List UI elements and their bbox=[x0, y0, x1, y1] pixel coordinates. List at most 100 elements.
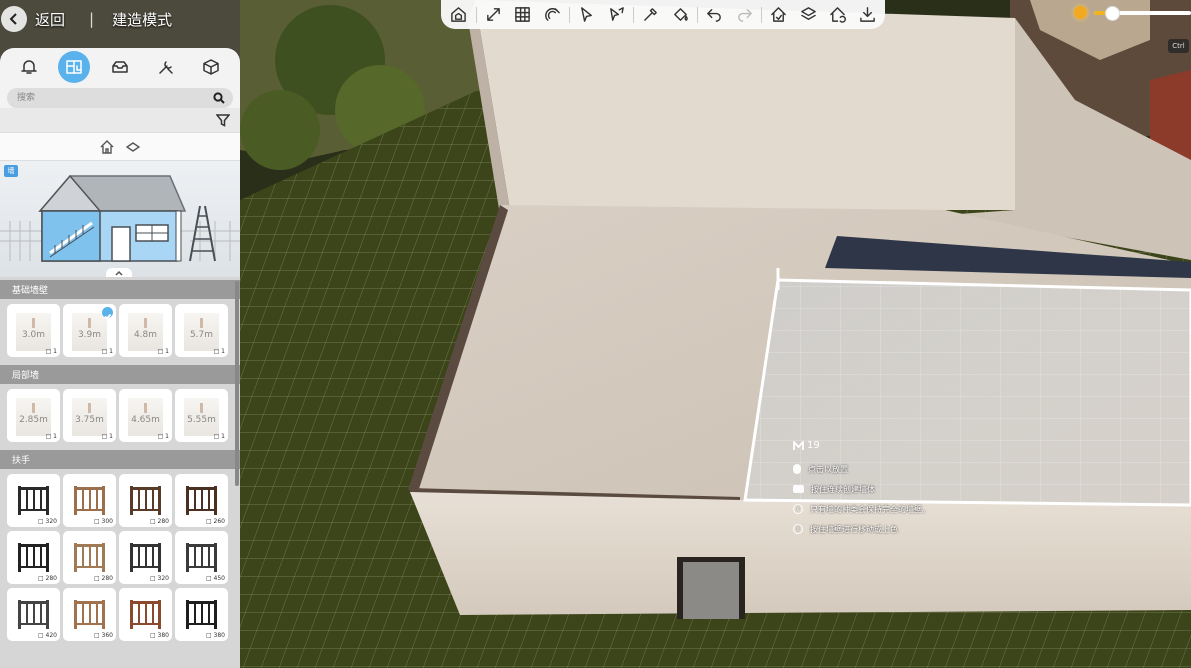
selected-check-icon bbox=[102, 307, 113, 320]
house-cycle-icon[interactable] bbox=[826, 3, 850, 27]
railing-thumbnail bbox=[74, 543, 105, 572]
layers-outline-icon[interactable] bbox=[126, 140, 140, 154]
item-grid: 3.0m □ 1 3.9m □ 1 4.8m □ 1 5.7m □ 1 bbox=[0, 299, 240, 362]
grid-icon[interactable] bbox=[511, 3, 535, 27]
package-icon bbox=[203, 58, 219, 75]
railing-item[interactable]: □ 450 bbox=[175, 531, 228, 584]
chevron-up-icon bbox=[115, 270, 123, 276]
house-outline-icon[interactable] bbox=[100, 139, 114, 154]
railing-item[interactable]: □ 420 bbox=[7, 588, 60, 641]
item-count-value: 1 bbox=[221, 348, 225, 355]
wall-item[interactable]: 2.85m □ 1 bbox=[7, 389, 60, 442]
download-icon[interactable] bbox=[855, 3, 879, 27]
back-button[interactable] bbox=[1, 6, 27, 32]
item-count-value: 280 bbox=[157, 518, 169, 525]
tab-walls[interactable] bbox=[58, 50, 91, 83]
tab-package[interactable] bbox=[195, 51, 227, 83]
search-icon[interactable] bbox=[213, 92, 225, 104]
pointer-paint-icon[interactable] bbox=[604, 3, 628, 27]
item-count-value: 280 bbox=[45, 575, 57, 582]
item-count: □ 280 bbox=[149, 518, 169, 525]
item-count: □ 380 bbox=[205, 632, 225, 639]
catalog-scrollbar[interactable] bbox=[235, 277, 239, 668]
railing-item[interactable]: □ 280 bbox=[63, 531, 116, 584]
filter-icon[interactable] bbox=[216, 113, 230, 127]
hint-text: 按住连续创建墙体 bbox=[811, 484, 875, 494]
house-cube-icon[interactable] bbox=[447, 3, 471, 27]
time-of-day-slider[interactable] bbox=[1094, 6, 1191, 21]
search-input[interactable] bbox=[15, 92, 213, 104]
wall-height-label: 5.7m bbox=[189, 330, 214, 340]
preview-collapse-toggle[interactable] bbox=[106, 268, 132, 277]
item-count: □ 1 bbox=[157, 433, 169, 440]
redo-icon[interactable] bbox=[732, 3, 756, 27]
item-count-value: 1 bbox=[109, 433, 113, 440]
wall-item[interactable]: 5.55m □ 1 bbox=[175, 389, 228, 442]
wall-height-label: 4.65m bbox=[131, 415, 160, 425]
category-tabs bbox=[0, 48, 240, 85]
build-catalog-panel: 墙 基础墙壁3.0m□ 13.9m□ 14.8m□ 15.7m□ 1局部墙2.8… bbox=[0, 48, 240, 668]
wall-item[interactable]: 3.0m □ 1 bbox=[7, 304, 60, 357]
toolbar-divider bbox=[568, 6, 570, 23]
item-count-value: 280 bbox=[101, 575, 113, 582]
price-readout: 19 bbox=[793, 440, 930, 451]
wall-height-label: 3.0m bbox=[21, 330, 46, 340]
catalog-list: 基础墙壁 3.0m □ 1 3.9m □ 1 4.8m □ 1 5.7m □ 1 局部墙 2.85m… bbox=[0, 277, 240, 668]
railing-item[interactable]: □ 320 bbox=[119, 531, 172, 584]
item-count: □ 1 bbox=[45, 433, 57, 440]
eyedropper-icon[interactable] bbox=[639, 3, 663, 27]
bell-icon bbox=[21, 59, 37, 74]
layers-icon[interactable] bbox=[796, 3, 820, 27]
diagonal-arrows-icon[interactable] bbox=[481, 3, 505, 27]
railing-thumbnail bbox=[186, 543, 217, 572]
hint-text: 只有墙的种类会保持完全的墙壁。 bbox=[810, 504, 930, 514]
height-marker bbox=[32, 403, 35, 413]
tab-tools[interactable] bbox=[150, 51, 182, 83]
railing-item[interactable]: □ 360 bbox=[63, 588, 116, 641]
filter-row bbox=[0, 108, 240, 132]
railing-item[interactable]: □ 260 bbox=[175, 474, 228, 527]
railing-item[interactable]: □ 380 bbox=[175, 588, 228, 641]
railing-thumbnail bbox=[130, 486, 161, 515]
wall-height-label: 2.85m bbox=[19, 415, 48, 425]
item-count: □ 420 bbox=[37, 632, 57, 639]
magnet-icon[interactable] bbox=[540, 3, 564, 27]
info-icon: i bbox=[793, 524, 803, 534]
catalog-sections: 基础墙壁 3.0m □ 1 3.9m □ 1 4.8m □ 1 5.7m □ 1 局部墙 2.85m… bbox=[0, 280, 240, 646]
wall-item[interactable]: 5.7m □ 1 bbox=[175, 304, 228, 357]
railing-item[interactable]: □ 320 bbox=[7, 474, 60, 527]
tab-mailbox[interactable] bbox=[104, 51, 136, 83]
house-check-icon[interactable] bbox=[767, 3, 791, 27]
item-count: □ 450 bbox=[205, 575, 225, 582]
wall-item[interactable]: 3.75m □ 1 bbox=[63, 389, 116, 442]
wall-item[interactable]: 4.65m □ 1 bbox=[119, 389, 172, 442]
info-icon: i bbox=[793, 504, 803, 514]
item-count: □ 1 bbox=[213, 348, 225, 355]
item-grid: □ 320 □ 300 □ 280 □ 260 □ 280 □ 280 □ 320 □ 450… bbox=[0, 469, 240, 646]
title-separator: | bbox=[89, 10, 95, 28]
sun-icon bbox=[1074, 6, 1087, 19]
height-marker bbox=[144, 318, 147, 328]
item-count: □ 360 bbox=[93, 632, 113, 639]
search-bar bbox=[7, 88, 233, 108]
back-label[interactable]: 返回 bbox=[35, 9, 65, 30]
wall-item[interactable]: 4.8m □ 1 bbox=[119, 304, 172, 357]
railing-item[interactable]: □ 280 bbox=[7, 531, 60, 584]
wall-item[interactable]: 3.9m □ 1 bbox=[63, 304, 116, 357]
tab-bell[interactable] bbox=[13, 51, 45, 83]
section-title: 基础墙壁 bbox=[0, 280, 240, 299]
railing-item[interactable]: □ 280 bbox=[119, 474, 172, 527]
section-title: 局部墙 bbox=[0, 365, 240, 384]
item-count-value: 1 bbox=[109, 348, 113, 355]
railing-item[interactable]: □ 380 bbox=[119, 588, 172, 641]
undo-icon[interactable] bbox=[703, 3, 727, 27]
preview-badge: 墙 bbox=[4, 165, 18, 177]
height-marker bbox=[32, 318, 35, 328]
catalog-scroll-thumb[interactable] bbox=[235, 281, 239, 486]
pointer-icon[interactable] bbox=[575, 3, 599, 27]
hint-text: 点击以放置 bbox=[808, 464, 848, 474]
top-bar: 返回 | 建造模式 bbox=[0, 0, 440, 38]
railing-item[interactable]: □ 300 bbox=[63, 474, 116, 527]
paint-bucket-icon[interactable] bbox=[668, 3, 692, 27]
sub-category-tabs bbox=[0, 132, 240, 161]
